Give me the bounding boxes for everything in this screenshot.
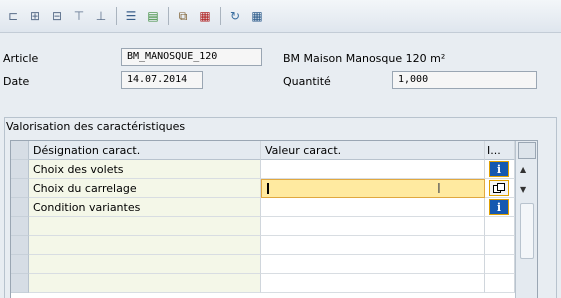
- toolbar-separator: [220, 7, 221, 25]
- value-input-active[interactable]: [261, 179, 485, 198]
- characteristics-table: Désignation caract. Valeur caract. I... …: [10, 140, 538, 298]
- spreadsheet-icon[interactable]: ▦: [248, 7, 266, 25]
- sub-tree-icon[interactable]: ⊤: [70, 7, 88, 25]
- value-help-icon[interactable]: [489, 180, 509, 196]
- value-input[interactable]: [261, 274, 485, 293]
- row-selector[interactable]: [11, 217, 29, 236]
- info-cell: i: [485, 198, 515, 217]
- date-field[interactable]: 14.07.2014: [121, 71, 203, 89]
- info-cell: [485, 217, 515, 236]
- detail-view-icon[interactable]: ▤: [144, 7, 162, 25]
- application-toolbar: ⊏ ⊞ ⊟ ⊤ ⊥ ☰ ▤ ⧉ ▦ ↻ ▦: [0, 0, 561, 33]
- table-row: [11, 236, 537, 255]
- row-selector[interactable]: [11, 274, 29, 293]
- row-selector[interactable]: [11, 179, 29, 198]
- article-field[interactable]: BM_MANOSQUE_120: [121, 48, 262, 66]
- date-label: Date: [3, 75, 30, 88]
- scrollbar-thumb[interactable]: [520, 203, 534, 259]
- designation-cell: Choix des volets: [29, 160, 261, 179]
- scroll-down-icon[interactable]: ▼: [520, 185, 526, 194]
- designation-cell: [29, 236, 261, 255]
- designation-cell: [29, 217, 261, 236]
- text-cursor: [267, 183, 269, 194]
- table-row: Condition variantes i: [11, 198, 537, 217]
- column-settings-button[interactable]: [518, 142, 536, 159]
- select-all-cell[interactable]: [11, 141, 29, 160]
- row-selector[interactable]: [11, 236, 29, 255]
- column-header-designation[interactable]: Désignation caract.: [29, 141, 261, 160]
- value-input[interactable]: [261, 217, 485, 236]
- value-input[interactable]: [261, 236, 485, 255]
- copy-icon[interactable]: ⧉: [174, 7, 192, 25]
- row-selector[interactable]: [11, 255, 29, 274]
- table-header-row: Désignation caract. Valeur caract. I...: [11, 141, 537, 160]
- quantity-label: Quantité: [283, 75, 331, 88]
- toolbar-separator: [168, 7, 169, 25]
- designation-cell: [29, 255, 261, 274]
- row-selector[interactable]: [11, 198, 29, 217]
- info-cell: [485, 274, 515, 293]
- table-row: [11, 255, 537, 274]
- reset-icon[interactable]: ↻: [226, 7, 244, 25]
- info-cell: [485, 179, 515, 198]
- info-cell: i: [485, 160, 515, 179]
- list-view-icon[interactable]: ☰: [122, 7, 140, 25]
- scroll-up-icon[interactable]: ▲: [520, 165, 526, 174]
- expand-all-icon[interactable]: ⊞: [26, 7, 44, 25]
- sub-tree-alt-icon[interactable]: ⊥: [92, 7, 110, 25]
- article-description: BM Maison Manosque 120 m²: [283, 52, 446, 65]
- info-icon[interactable]: i: [489, 199, 509, 215]
- value-input[interactable]: [261, 255, 485, 274]
- designation-cell: Condition variantes: [29, 198, 261, 217]
- quantity-field[interactable]: 1,000: [392, 71, 537, 89]
- info-cell: [485, 236, 515, 255]
- value-input[interactable]: [261, 198, 485, 217]
- table-row: [11, 274, 537, 293]
- article-label: Article: [3, 52, 39, 65]
- hierarchy-icon[interactable]: ⊏: [4, 7, 22, 25]
- row-selector[interactable]: [11, 160, 29, 179]
- group-title: Valorisation des caractéristiques: [6, 120, 186, 133]
- table-row: Choix du carrelage: [11, 179, 537, 198]
- designation-cell: Choix du carrelage: [29, 179, 261, 198]
- toolbar-separator: [116, 7, 117, 25]
- column-header-value[interactable]: Valeur caract.: [261, 141, 485, 160]
- filter-icon[interactable]: ▦: [196, 7, 214, 25]
- designation-cell: [29, 274, 261, 293]
- info-icon[interactable]: i: [489, 161, 509, 177]
- table-row: Choix des volets i: [11, 160, 537, 179]
- table-row: [11, 217, 537, 236]
- mouse-ibeam-icon: I: [437, 182, 441, 197]
- column-header-info[interactable]: I...: [485, 141, 515, 160]
- value-input[interactable]: [261, 160, 485, 179]
- vertical-scrollbar[interactable]: ▲ ▼: [515, 141, 537, 298]
- collapse-all-icon[interactable]: ⊟: [48, 7, 66, 25]
- info-cell: [485, 255, 515, 274]
